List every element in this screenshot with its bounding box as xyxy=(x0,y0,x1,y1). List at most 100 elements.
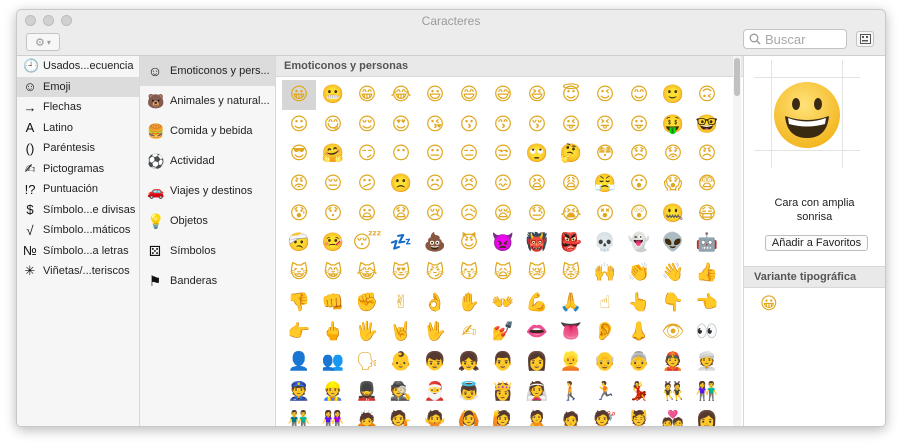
emoji-cell[interactable]: 😮 xyxy=(622,169,656,199)
emoji-cell[interactable]: 🙄 xyxy=(520,139,554,169)
emoji-cell[interactable]: 😓 xyxy=(520,199,554,229)
sidebar-item[interactable]: ☺ Emoji xyxy=(17,76,139,97)
emoji-cell[interactable]: 😾 xyxy=(554,258,588,288)
emoji-cell[interactable]: 😿 xyxy=(520,258,554,288)
emoji-cell[interactable]: 👨 xyxy=(486,347,520,377)
sidebar-item[interactable]: → Flechas xyxy=(17,97,139,117)
emoji-cell[interactable]: 🤖 xyxy=(690,228,724,258)
emoji-cell[interactable]: 💀 xyxy=(588,228,622,258)
emoji-cell[interactable]: 🤒 xyxy=(316,228,350,258)
emoji-cell[interactable]: 😛 xyxy=(622,110,656,140)
emoji-cell[interactable]: 😻 xyxy=(384,258,418,288)
emoji-cell[interactable]: 👱 xyxy=(554,347,588,377)
emoji-cell[interactable]: 🖐 xyxy=(350,318,384,348)
emoji-cell[interactable]: 💑 xyxy=(656,407,690,426)
emoji-cell[interactable]: 👩 xyxy=(520,347,554,377)
emoji-cell[interactable]: 👫 xyxy=(690,377,724,407)
emoji-cell[interactable]: 😤 xyxy=(588,169,622,199)
emoji-cell[interactable]: 😆 xyxy=(520,80,554,110)
emoji-cell[interactable]: 😚 xyxy=(520,110,554,140)
emoji-cell[interactable]: 🤔 xyxy=(554,139,588,169)
emoji-cell[interactable]: 👤 xyxy=(282,347,316,377)
emoji-cell[interactable]: 🙅 xyxy=(418,407,452,426)
emoji-cell[interactable]: 😪 xyxy=(486,199,520,229)
emoji-cell[interactable]: 😃 xyxy=(418,80,452,110)
emoji-cell[interactable]: 🏃 xyxy=(588,377,622,407)
emoji-cell[interactable]: 🙂 xyxy=(656,80,690,110)
emoji-cell[interactable]: 👉 xyxy=(282,318,316,348)
emoji-cell[interactable]: 😄 xyxy=(452,80,486,110)
add-to-favorites-button[interactable]: Añadir a Favoritos xyxy=(765,235,868,251)
emoji-cell[interactable]: 😑 xyxy=(452,139,486,169)
emoji-cell[interactable]: 😒 xyxy=(486,139,520,169)
emoji-cell[interactable]: 👰 xyxy=(520,377,554,407)
category-item[interactable]: ☺ Emoticonos y pers... xyxy=(140,56,275,86)
emoji-cell[interactable]: 😶 xyxy=(384,139,418,169)
emoji-cell[interactable]: 😹 xyxy=(350,258,384,288)
emoji-cell[interactable]: 👮 xyxy=(282,377,316,407)
emoji-cell[interactable]: 😨 xyxy=(690,169,724,199)
emoji-cell[interactable]: 🤑 xyxy=(656,110,690,140)
emoji-cell[interactable]: 🖕 xyxy=(316,318,350,348)
emoji-cell[interactable]: 👸 xyxy=(486,377,520,407)
emoji-cell[interactable]: 🤐 xyxy=(656,199,690,229)
emoji-cell[interactable]: 👋 xyxy=(656,258,690,288)
emoji-cell[interactable]: 🙁 xyxy=(384,169,418,199)
scrollbar-thumb[interactable] xyxy=(734,58,740,96)
emoji-cell[interactable]: 😔 xyxy=(316,169,350,199)
emoji-cell[interactable]: 👏 xyxy=(622,258,656,288)
emoji-cell[interactable]: 🤓 xyxy=(690,110,724,140)
emoji-cell[interactable]: 😋 xyxy=(316,110,350,140)
emoji-cell[interactable]: 😁 xyxy=(350,80,384,110)
emoji-cell[interactable]: ☝ xyxy=(588,288,622,318)
emoji-cell[interactable]: 🙇 xyxy=(350,407,384,426)
emoji-cell[interactable]: 👌 xyxy=(418,288,452,318)
search-field[interactable] xyxy=(743,29,847,49)
emoji-cell[interactable]: 😌 xyxy=(350,110,384,140)
emoji-cell[interactable]: 😝 xyxy=(588,110,622,140)
emoji-cell[interactable]: 👿 xyxy=(486,228,520,258)
emoji-cell[interactable]: 😸 xyxy=(316,258,350,288)
sidebar-item[interactable]: √ Símbolo...máticos xyxy=(17,220,139,240)
sidebar-item[interactable]: № Símbolo...a letras xyxy=(17,241,139,261)
emoji-cell[interactable]: 😏 xyxy=(350,139,384,169)
emoji-cell[interactable]: 😣 xyxy=(452,169,486,199)
emoji-cell[interactable]: 👍 xyxy=(690,258,724,288)
emoji-cell[interactable]: 💤 xyxy=(384,228,418,258)
emoji-cell[interactable]: 👺 xyxy=(554,228,588,258)
emoji-cell[interactable]: 👊 xyxy=(316,288,350,318)
emoji-cell[interactable]: 🕵 xyxy=(384,377,418,407)
font-variant-item[interactable]: 😀 xyxy=(760,294,778,314)
emoji-cell[interactable]: 👎 xyxy=(282,288,316,318)
emoji-cell[interactable]: 🚶 xyxy=(554,377,588,407)
emoji-cell[interactable]: 💩 xyxy=(418,228,452,258)
emoji-cell[interactable]: 👷 xyxy=(316,377,350,407)
grid-scrollbar[interactable] xyxy=(733,56,741,426)
emoji-cell[interactable]: 😳 xyxy=(588,139,622,169)
emoji-cell[interactable]: 🗣 xyxy=(350,347,384,377)
sidebar-item[interactable]: !? Puntuación xyxy=(17,179,139,199)
emoji-cell[interactable]: 😺 xyxy=(282,258,316,288)
emoji-cell[interactable]: 💇 xyxy=(588,407,622,426)
emoji-cell[interactable]: 👂 xyxy=(588,318,622,348)
emoji-cell[interactable]: 👥 xyxy=(316,347,350,377)
emoji-cell[interactable]: 😜 xyxy=(554,110,588,140)
emoji-cell[interactable]: 😢 xyxy=(418,199,452,229)
emoji-cell[interactable]: 💆 xyxy=(622,407,656,426)
emoji-cell[interactable]: 😲 xyxy=(622,199,656,229)
emoji-cell[interactable]: 🙎 xyxy=(520,407,554,426)
emoji-cell[interactable]: 🤘 xyxy=(384,318,418,348)
emoji-cell[interactable]: 😰 xyxy=(282,199,316,229)
category-item[interactable]: ⚄ Símbolos xyxy=(140,236,275,266)
category-item[interactable]: 🍔 Comida y bebida xyxy=(140,116,275,146)
emoji-cell[interactable]: ✋ xyxy=(452,288,486,318)
emoji-cell[interactable]: 😞 xyxy=(622,139,656,169)
emoji-cell[interactable]: 👲 xyxy=(656,347,690,377)
emoji-cell[interactable]: ✊ xyxy=(350,288,384,318)
emoji-cell[interactable]: 👅 xyxy=(554,318,588,348)
emoji-cell[interactable]: 💂 xyxy=(350,377,384,407)
emoji-cell[interactable]: 🖖 xyxy=(418,318,452,348)
emoji-cell[interactable]: 👦 xyxy=(418,347,452,377)
emoji-cell[interactable]: 😖 xyxy=(486,169,520,199)
emoji-cell[interactable]: 👧 xyxy=(452,347,486,377)
